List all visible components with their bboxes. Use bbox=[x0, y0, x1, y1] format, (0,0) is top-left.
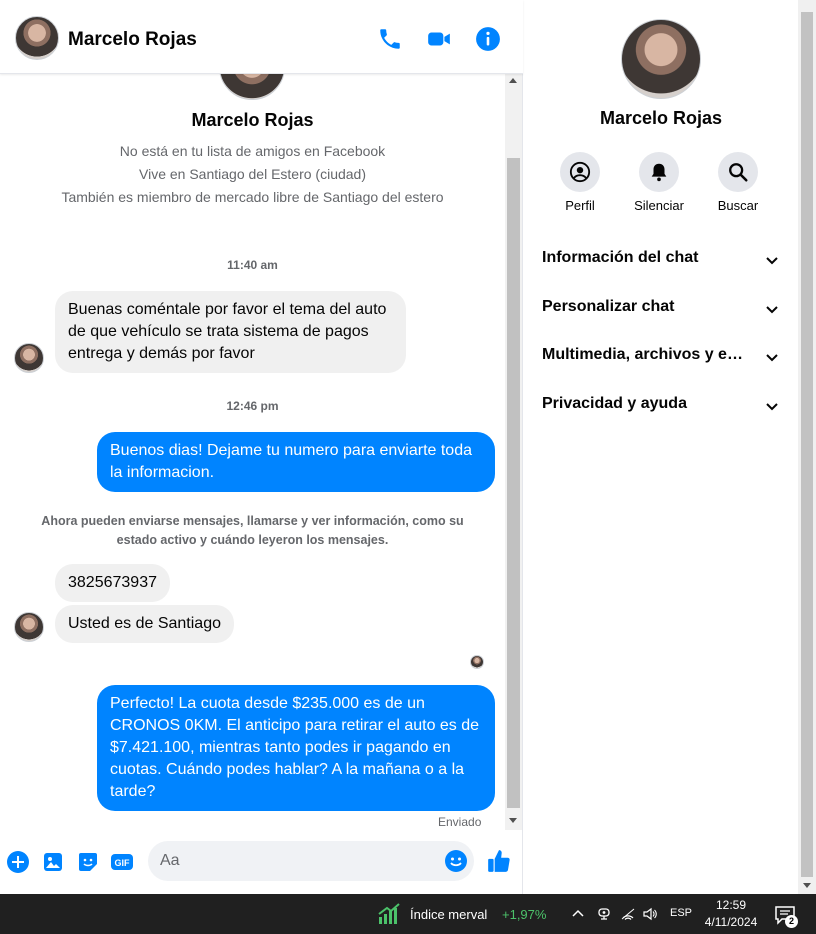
chat-panel: Marcelo Rojas Marcelo Rojas No está en t… bbox=[0, 0, 523, 894]
scroll-down-arrow-icon[interactable] bbox=[509, 818, 517, 823]
profile-button-label: Perfil bbox=[565, 198, 595, 213]
volume-icon[interactable] bbox=[642, 906, 658, 922]
incoming-message[interactable]: Buenas coméntale por favor el tema del a… bbox=[55, 291, 406, 373]
gif-icon[interactable]: GIF bbox=[110, 850, 134, 874]
section-customize-chat[interactable]: Personalizar chat bbox=[542, 293, 780, 323]
stock-chart-icon[interactable] bbox=[377, 903, 401, 925]
composer: GIF bbox=[0, 832, 523, 894]
market-index-label[interactable]: Índice merval bbox=[410, 907, 487, 922]
chevron-down-icon bbox=[766, 403, 778, 411]
outgoing-message[interactable]: Perfecto! La cuota desde $235.000 es de … bbox=[97, 685, 495, 811]
scroll-down-arrow-icon[interactable] bbox=[803, 883, 811, 888]
mute-button-label: Silenciar bbox=[634, 198, 684, 213]
window-scrollbar[interactable] bbox=[798, 0, 816, 894]
incoming-message[interactable]: 3825673937 bbox=[55, 564, 170, 602]
scroll-up-arrow-icon[interactable] bbox=[509, 78, 517, 83]
video-call-icon[interactable] bbox=[426, 26, 452, 52]
section-media-files[interactable]: Multimedia, archivos y enlaces bbox=[542, 341, 780, 371]
info-contact-name: Marcelo Rojas bbox=[599, 108, 723, 128]
search-button-label: Buscar bbox=[717, 198, 759, 213]
info-avatar[interactable] bbox=[621, 19, 701, 99]
search-button[interactable]: Buscar bbox=[698, 152, 778, 213]
sender-avatar[interactable] bbox=[14, 343, 44, 373]
input-language[interactable]: ESP bbox=[670, 907, 692, 919]
scroll-thumb[interactable] bbox=[507, 158, 520, 808]
section-label: Privacidad y ayuda bbox=[542, 395, 687, 412]
profile-name: Marcelo Rojas bbox=[191, 110, 314, 130]
search-icon bbox=[729, 163, 748, 182]
clock-date[interactable]: 4/11/2024 bbox=[700, 915, 762, 929]
info-icon[interactable] bbox=[475, 26, 501, 52]
profile-group-info: También es miembro de mercado libre de S… bbox=[61, 189, 444, 205]
mute-button[interactable]: Silenciar bbox=[619, 152, 699, 213]
bell-icon bbox=[651, 163, 667, 182]
section-label: Personalizar chat bbox=[542, 298, 675, 315]
sticker-icon[interactable] bbox=[76, 850, 100, 874]
timestamp: 12:46 pm bbox=[226, 399, 279, 413]
emoji-icon[interactable] bbox=[444, 849, 468, 873]
message-status: Enviado bbox=[438, 815, 482, 829]
chevron-up-icon[interactable] bbox=[570, 906, 586, 922]
profile-avatar bbox=[219, 74, 285, 100]
profile-button[interactable]: Perfil bbox=[540, 152, 620, 213]
header-avatar[interactable] bbox=[15, 16, 59, 60]
window-scroll-thumb[interactable] bbox=[801, 12, 813, 877]
section-label: Información del chat bbox=[542, 249, 699, 266]
chevron-down-icon bbox=[766, 257, 778, 265]
read-receipt-avatar bbox=[470, 655, 484, 669]
section-label: Multimedia, archivos y enlaces bbox=[542, 346, 748, 363]
chat-header: Marcelo Rojas bbox=[0, 0, 523, 74]
section-privacy-help[interactable]: Privacidad y ayuda bbox=[542, 390, 780, 420]
taskbar: Índice merval +1,97% ESP 12:59 4/11/2024… bbox=[0, 894, 816, 934]
connection-notice: Ahora pueden enviarse mensajes, llamarse… bbox=[41, 514, 464, 547]
outgoing-message[interactable]: Buenos dias! Dejame tu numero para envia… bbox=[97, 432, 495, 492]
chevron-down-icon bbox=[766, 354, 778, 362]
notification-count-badge: 2 bbox=[785, 915, 798, 928]
header-contact-name[interactable]: Marcelo Rojas bbox=[68, 29, 197, 51]
image-icon[interactable] bbox=[41, 850, 65, 874]
profile-location: Vive en Santiago del Estero (ciudad) bbox=[139, 166, 366, 182]
wifi-icon[interactable] bbox=[620, 906, 636, 922]
phone-call-icon[interactable] bbox=[377, 26, 403, 52]
camera-privacy-icon[interactable] bbox=[596, 906, 612, 922]
message-scrollbar[interactable] bbox=[505, 74, 522, 830]
clock-time[interactable]: 12:59 bbox=[700, 898, 762, 912]
chevron-down-icon bbox=[766, 306, 778, 314]
market-index-change[interactable]: +1,97% bbox=[502, 907, 546, 922]
svg-text:GIF: GIF bbox=[115, 858, 131, 868]
sender-avatar[interactable] bbox=[14, 612, 44, 642]
section-chat-info[interactable]: Información del chat bbox=[542, 244, 780, 274]
incoming-message[interactable]: Usted es de Santiago bbox=[55, 605, 234, 643]
message-input[interactable] bbox=[148, 841, 474, 881]
message-list[interactable]: Marcelo Rojas No está en tu lista de ami… bbox=[0, 74, 505, 830]
timestamp: 11:40 am bbox=[227, 258, 278, 272]
profile-friend-status: No está en tu lista de amigos en Faceboo… bbox=[119, 143, 386, 159]
profile-icon bbox=[569, 161, 591, 183]
conversation-info-panel: Marcelo Rojas Perfil Silenciar Buscar In… bbox=[524, 0, 798, 894]
plus-icon[interactable] bbox=[6, 850, 30, 874]
app-window: Marcelo Rojas Marcelo Rojas No está en t… bbox=[0, 0, 816, 934]
thumbs-up-icon[interactable] bbox=[486, 848, 512, 874]
